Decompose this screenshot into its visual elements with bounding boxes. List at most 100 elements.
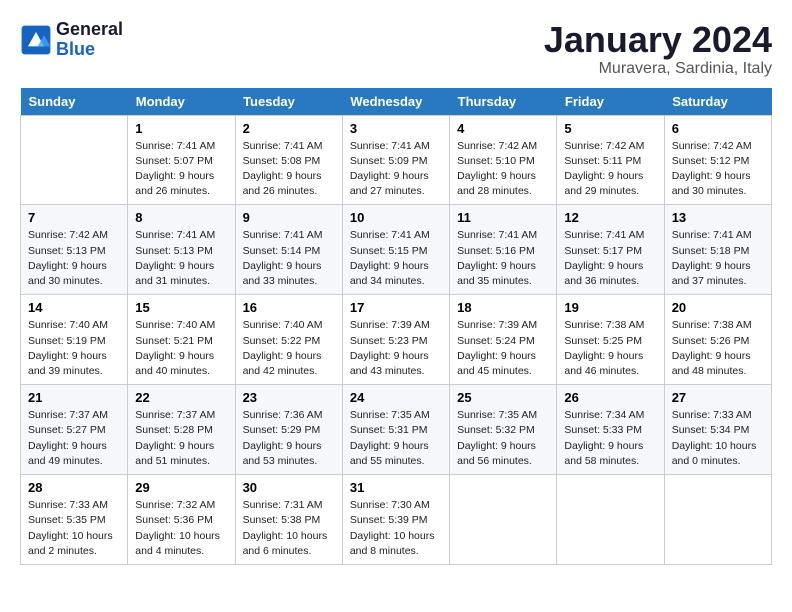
day-number: 29 (135, 480, 227, 495)
calendar-table: SundayMondayTuesdayWednesdayThursdayFrid… (20, 88, 772, 565)
day-info: Sunrise: 7:33 AMSunset: 5:35 PMDaylight:… (28, 498, 120, 559)
calendar-cell: 26 Sunrise: 7:34 AMSunset: 5:33 PMDayligh… (557, 385, 664, 475)
month-title: January 2024 (544, 20, 772, 60)
weekday-header: Monday (128, 88, 235, 116)
day-info: Sunrise: 7:42 AMSunset: 5:11 PMDaylight:… (564, 139, 656, 200)
calendar-cell: 11 Sunrise: 7:41 AMSunset: 5:16 PMDayligh… (450, 205, 557, 295)
logo: General Blue (20, 20, 123, 60)
day-number: 11 (457, 210, 549, 225)
calendar-cell: 17 Sunrise: 7:39 AMSunset: 5:23 PMDayligh… (342, 295, 449, 385)
calendar-cell: 5 Sunrise: 7:42 AMSunset: 5:11 PMDaylight… (557, 115, 664, 205)
weekday-header: Tuesday (235, 88, 342, 116)
calendar-cell: 24 Sunrise: 7:35 AMSunset: 5:31 PMDayligh… (342, 385, 449, 475)
day-info: Sunrise: 7:41 AMSunset: 5:08 PMDaylight:… (243, 139, 335, 200)
day-number: 21 (28, 390, 120, 405)
day-info: Sunrise: 7:37 AMSunset: 5:27 PMDaylight:… (28, 408, 120, 469)
weekday-header: Saturday (664, 88, 771, 116)
location: Muravera, Sardinia, Italy (544, 60, 772, 78)
calendar-cell: 7Sunrise: 7:42 AMSunset: 5:13 PMDaylight… (21, 205, 128, 295)
calendar-cell: 14 Sunrise: 7:40 AMSunset: 5:19 PMDayligh… (21, 295, 128, 385)
day-number: 15 (135, 300, 227, 315)
day-info: Sunrise: 7:37 AMSunset: 5:28 PMDaylight:… (135, 408, 227, 469)
calendar-cell: 27 Sunrise: 7:33 AMSunset: 5:34 PMDayligh… (664, 385, 771, 475)
day-info: Sunrise: 7:39 AMSunset: 5:24 PMDaylight:… (457, 318, 549, 379)
calendar-cell: 20Sunrise: 7:38 AMSunset: 5:26 PMDayligh… (664, 295, 771, 385)
day-info: Sunrise: 7:34 AMSunset: 5:33 PMDaylight:… (564, 408, 656, 469)
calendar-cell: 22 Sunrise: 7:37 AMSunset: 5:28 PMDayligh… (128, 385, 235, 475)
weekday-header: Friday (557, 88, 664, 116)
calendar-cell: 31 Sunrise: 7:30 AMSunset: 5:39 PMDayligh… (342, 475, 449, 565)
day-number: 7 (28, 210, 120, 225)
calendar-cell: 6Sunrise: 7:42 AMSunset: 5:12 PMDaylight… (664, 115, 771, 205)
calendar-cell: 1Sunrise: 7:41 AMSunset: 5:07 PMDaylight… (128, 115, 235, 205)
day-info: Sunrise: 7:31 AMSunset: 5:38 PMDaylight:… (243, 498, 335, 559)
calendar-cell (664, 475, 771, 565)
day-info: Sunrise: 7:35 AMSunset: 5:31 PMDaylight:… (350, 408, 442, 469)
calendar-cell: 4Sunrise: 7:42 AMSunset: 5:10 PMDaylight… (450, 115, 557, 205)
day-info: Sunrise: 7:41 AMSunset: 5:15 PMDaylight:… (350, 228, 442, 289)
day-number: 1 (135, 121, 227, 136)
weekday-header: Thursday (450, 88, 557, 116)
day-info: Sunrise: 7:40 AMSunset: 5:21 PMDaylight:… (135, 318, 227, 379)
calendar-week-row: 28Sunrise: 7:33 AMSunset: 5:35 PMDayligh… (21, 475, 772, 565)
calendar-cell: 18 Sunrise: 7:39 AMSunset: 5:24 PMDayligh… (450, 295, 557, 385)
calendar-week-row: 21 Sunrise: 7:37 AMSunset: 5:27 PMDayligh… (21, 385, 772, 475)
calendar-week-row: 1Sunrise: 7:41 AMSunset: 5:07 PMDaylight… (21, 115, 772, 205)
weekday-header: Wednesday (342, 88, 449, 116)
day-number: 30 (243, 480, 335, 495)
calendar-cell: 19 Sunrise: 7:38 AMSunset: 5:25 PMDayligh… (557, 295, 664, 385)
day-info: Sunrise: 7:41 AMSunset: 5:17 PMDaylight:… (564, 228, 656, 289)
day-number: 27 (672, 390, 764, 405)
calendar-cell: 29Sunrise: 7:32 AMSunset: 5:36 PMDayligh… (128, 475, 235, 565)
calendar-week-row: 7Sunrise: 7:42 AMSunset: 5:13 PMDaylight… (21, 205, 772, 295)
calendar-cell: 16Sunrise: 7:40 AMSunset: 5:22 PMDayligh… (235, 295, 342, 385)
day-info: Sunrise: 7:41 AMSunset: 5:16 PMDaylight:… (457, 228, 549, 289)
calendar-cell (21, 115, 128, 205)
calendar-cell: 23 Sunrise: 7:36 AMSunset: 5:29 PMDayligh… (235, 385, 342, 475)
calendar-cell: 25 Sunrise: 7:35 AMSunset: 5:32 PMDayligh… (450, 385, 557, 475)
day-number: 31 (350, 480, 442, 495)
calendar-cell: 30 Sunrise: 7:31 AMSunset: 5:38 PMDayligh… (235, 475, 342, 565)
day-number: 22 (135, 390, 227, 405)
day-number: 14 (28, 300, 120, 315)
title-block: January 2024 Muravera, Sardinia, Italy (544, 20, 772, 78)
day-number: 24 (350, 390, 442, 405)
weekday-header: Sunday (21, 88, 128, 116)
calendar-cell (557, 475, 664, 565)
calendar-cell: 3 Sunrise: 7:41 AMSunset: 5:09 PMDaylight… (342, 115, 449, 205)
calendar-week-row: 14 Sunrise: 7:40 AMSunset: 5:19 PMDayligh… (21, 295, 772, 385)
logo-icon (20, 24, 52, 56)
day-info: Sunrise: 7:39 AMSunset: 5:23 PMDaylight:… (350, 318, 442, 379)
day-number: 26 (564, 390, 656, 405)
day-number: 20 (672, 300, 764, 315)
day-info: Sunrise: 7:33 AMSunset: 5:34 PMDaylight:… (672, 408, 764, 469)
calendar-cell: 8Sunrise: 7:41 AMSunset: 5:13 PMDaylight… (128, 205, 235, 295)
day-number: 2 (243, 121, 335, 136)
calendar-cell: 21 Sunrise: 7:37 AMSunset: 5:27 PMDayligh… (21, 385, 128, 475)
day-number: 3 (350, 121, 442, 136)
day-number: 19 (564, 300, 656, 315)
calendar-cell: 28Sunrise: 7:33 AMSunset: 5:35 PMDayligh… (21, 475, 128, 565)
day-number: 4 (457, 121, 549, 136)
day-info: Sunrise: 7:41 AMSunset: 5:18 PMDaylight:… (672, 228, 764, 289)
day-number: 17 (350, 300, 442, 315)
day-info: Sunrise: 7:40 AMSunset: 5:19 PMDaylight:… (28, 318, 120, 379)
day-info: Sunrise: 7:41 AMSunset: 5:14 PMDaylight:… (243, 228, 335, 289)
day-info: Sunrise: 7:36 AMSunset: 5:29 PMDaylight:… (243, 408, 335, 469)
day-info: Sunrise: 7:38 AMSunset: 5:25 PMDaylight:… (564, 318, 656, 379)
day-info: Sunrise: 7:35 AMSunset: 5:32 PMDaylight:… (457, 408, 549, 469)
day-number: 6 (672, 121, 764, 136)
day-number: 13 (672, 210, 764, 225)
day-info: Sunrise: 7:30 AMSunset: 5:39 PMDaylight:… (350, 498, 442, 559)
calendar-cell (450, 475, 557, 565)
day-info: Sunrise: 7:41 AMSunset: 5:09 PMDaylight:… (350, 139, 442, 200)
calendar-cell: 9Sunrise: 7:41 AMSunset: 5:14 PMDaylight… (235, 205, 342, 295)
day-number: 23 (243, 390, 335, 405)
page-header: General Blue January 2024 Muravera, Sard… (20, 20, 772, 78)
day-number: 5 (564, 121, 656, 136)
calendar-cell: 12Sunrise: 7:41 AMSunset: 5:17 PMDayligh… (557, 205, 664, 295)
weekday-row: SundayMondayTuesdayWednesdayThursdayFrid… (21, 88, 772, 116)
day-number: 18 (457, 300, 549, 315)
day-number: 25 (457, 390, 549, 405)
day-number: 16 (243, 300, 335, 315)
